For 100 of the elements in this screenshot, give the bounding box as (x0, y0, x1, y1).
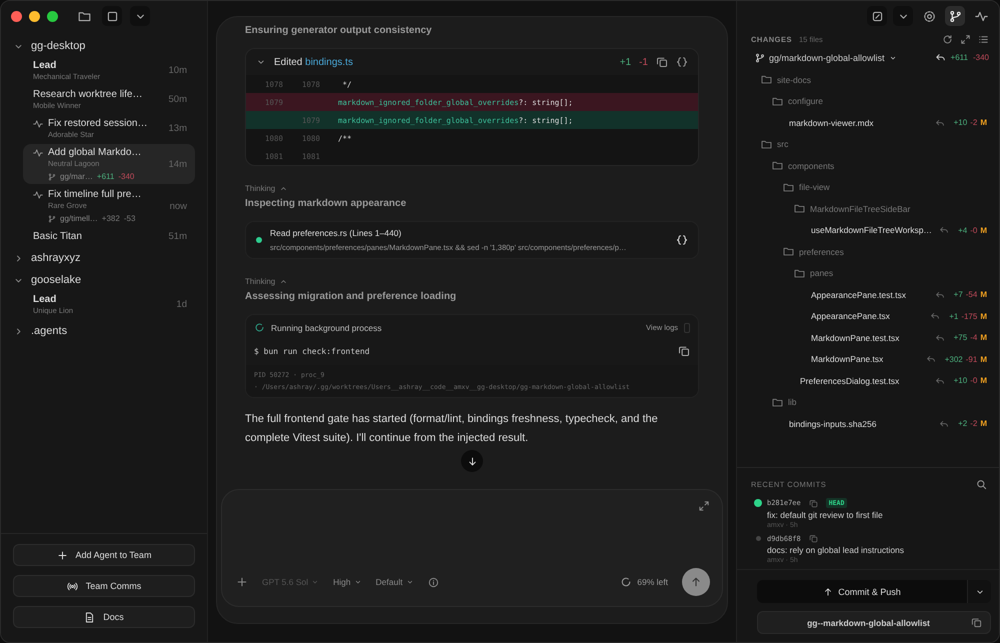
file-name[interactable]: MarkdownPane.test.tsx (811, 332, 930, 343)
editor-icon (870, 10, 884, 22)
sidebar-button[interactable]: Team Comms (13, 575, 195, 597)
folder-name[interactable]: configure (788, 96, 823, 106)
agent-time: 10m (168, 65, 187, 76)
branch-name[interactable]: gg/markdown-global-allowlist (769, 52, 885, 62)
removed-count: -0 (970, 376, 978, 386)
copy-icon[interactable] (808, 534, 818, 543)
project-name[interactable]: ashrayxyz (31, 252, 81, 264)
caret-icon (311, 578, 320, 586)
copy-icon[interactable] (678, 345, 690, 357)
added-count: +382 (102, 214, 120, 223)
removed-count: -340 (972, 53, 989, 62)
folder-name[interactable]: components (788, 160, 834, 171)
undo-icon[interactable] (934, 52, 946, 63)
editor-icon-button[interactable] (867, 6, 887, 26)
context-remaining: 69% left (637, 577, 668, 587)
agent-item[interactable]: Basic Titan 51m (23, 228, 195, 245)
caret-icon (354, 578, 362, 586)
file-name[interactable]: useMarkdownFileTreeWorksp… (811, 225, 934, 236)
project-name[interactable]: gooselake (31, 274, 82, 286)
status-letter: M (980, 290, 987, 300)
toggle-icon[interactable] (684, 322, 690, 332)
branch-icon (948, 10, 962, 22)
mode-picker[interactable]: Default (376, 577, 414, 587)
folder-name[interactable]: lib (788, 397, 797, 408)
agent-title: Research worktree life… (33, 89, 142, 100)
status-letter: M (980, 118, 987, 128)
folder-name[interactable]: site-docs (777, 74, 812, 85)
plus-icon[interactable] (236, 576, 248, 588)
file-name[interactable]: PreferencesDialog.test.tsx (800, 376, 930, 386)
expand-icon[interactable] (698, 500, 710, 512)
refresh-icon[interactable] (942, 34, 953, 45)
agent-time: 51m (168, 231, 187, 242)
close-button[interactable] (11, 10, 22, 22)
folder-icon (761, 138, 772, 150)
folder-icon (772, 396, 783, 408)
folder-icon (794, 203, 805, 214)
folder-name[interactable]: MarkdownFileTreeSideBar (810, 204, 910, 214)
added-count: +611 (96, 172, 114, 181)
broadcast-icon (66, 580, 78, 592)
effort-picker[interactable]: High (333, 577, 362, 587)
command-text: $ bun run check:frontend (254, 346, 370, 356)
file-name[interactable]: AppearancePane.tsx (811, 311, 926, 322)
status-letter: M (980, 419, 987, 428)
spinner-icon (254, 322, 265, 333)
added-count: +2 (958, 419, 968, 428)
removed-count: -2 (970, 419, 978, 428)
status-letter: M (980, 376, 987, 386)
sidebar-button[interactable]: Add Agent to Team (13, 544, 195, 566)
minimize-button[interactable] (29, 10, 40, 22)
branch-icon-button[interactable] (945, 6, 965, 26)
status-letter: M (980, 333, 987, 342)
arrow-down-icon (466, 456, 478, 466)
status-letter: M (980, 354, 987, 364)
thinking-label[interactable]: Thinking (245, 184, 276, 193)
agent-title: Basic Titan (33, 231, 82, 242)
expand-icon[interactable] (960, 34, 971, 45)
project-name[interactable]: .agents (31, 325, 68, 337)
project-name[interactable]: gg-desktop (31, 40, 86, 52)
zoom-button[interactable] (47, 10, 58, 22)
file-name[interactable]: markdown-viewer.mdx (789, 118, 930, 128)
agent-time: 50m (168, 94, 187, 105)
added-count: +1 (949, 312, 958, 321)
removed-count: -340 (118, 172, 134, 181)
search-icon[interactable] (976, 478, 987, 490)
folder-icon (794, 268, 805, 279)
branch-icon (755, 52, 765, 62)
branch-icon (48, 214, 56, 222)
status-letter: M (980, 312, 987, 321)
braces-icon[interactable] (676, 56, 688, 68)
folder-name[interactable]: file-view (799, 182, 830, 192)
removed-count: -4 (970, 333, 978, 342)
commit-message: fix: default git review to first file (767, 510, 884, 520)
file-name[interactable]: bindings-inputs.sha256 (789, 418, 934, 429)
spinner-icon (620, 576, 632, 588)
square-icon-button[interactable] (102, 6, 122, 26)
caret-icon-button[interactable] (130, 6, 150, 26)
added-count: +10 (954, 118, 968, 128)
file-name[interactable]: MarkdownPane.tsx (811, 354, 921, 364)
docs-button[interactable]: Docs (13, 606, 195, 628)
folder-name[interactable]: panes (810, 268, 834, 278)
status-letter: M (980, 226, 987, 235)
message-text: The full frontend gate has started (format/lint, bindings freshness, typecheck, and the complete Vitest suite). I'll continue from the injected result. (245, 412, 659, 446)
info-icon[interactable] (428, 576, 439, 588)
folder-name[interactable]: preferences (799, 246, 844, 257)
caret-icon-button[interactable] (893, 6, 913, 26)
copy-icon[interactable] (656, 56, 668, 68)
thinking-label[interactable]: Thinking (245, 277, 276, 286)
folder-name[interactable]: src (777, 139, 788, 150)
file-name[interactable]: AppearancePane.test.tsx (811, 290, 930, 300)
worktree-field[interactable]: gg--markdown-global-allowlist (757, 611, 991, 634)
copy-icon[interactable] (971, 617, 982, 628)
scroll-down-button[interactable] (461, 450, 483, 472)
list-icon[interactable] (978, 34, 989, 45)
process-title: Running background process (271, 322, 383, 332)
removed-count: -175 (961, 312, 978, 321)
copy-icon[interactable] (808, 498, 818, 508)
send-button[interactable] (682, 568, 710, 596)
agent-title: Fix restored session… (48, 118, 148, 129)
